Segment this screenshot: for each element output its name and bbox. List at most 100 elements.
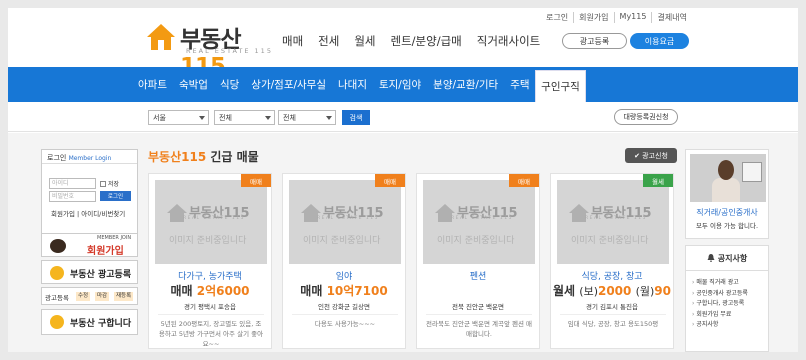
top-nav: 매매 전세 월세 렌트/분양/급매 직거래사이트 [282,33,555,49]
buy-request-banner[interactable]: 부동산 구합니다 [41,309,138,335]
notice-title: 공지사항 [717,253,748,263]
top-nav-item-monthly[interactable]: 월세 [354,33,375,49]
top-nav-item-rent[interactable]: 렌트/분양/급매 [391,33,462,49]
image-ready-text: 이미지 준비중입니다 [169,236,247,246]
notice-box: 공지사항 매물 직거래 광고 공인중개사 광고등록 구합니다, 광고등록 회원가… [685,245,769,352]
search-button[interactable]: 검색 [342,110,370,125]
category-presale[interactable]: 분양/교환/기타 [433,77,498,92]
remember-checkbox[interactable]: 저장 [100,179,119,188]
category-vacant-land[interactable]: 나대지 [338,77,367,92]
top-nav-item-jeonse[interactable]: 전세 [318,33,339,49]
notice-header: 공지사항 [686,246,768,271]
utility-links: 로그인 회원가입 My115 결제내역 [541,12,692,23]
deal-badge: 매매 [375,174,405,187]
listing-description: 5년된 200평토지, 장고별도 있음, 조용하고 5년방 가구먼서 아주 살기… [158,314,264,349]
listing-price: 월세 (보)2000 (월)90 [551,282,673,299]
notice-item[interactable]: 구합니다, 광고등록 [692,299,748,310]
notice-list: 매물 직거래 광고 공인중개사 광고등록 구합니다, 광고등록 회원가입 무료 … [692,278,748,331]
bulk-register-button[interactable]: 대량등록권신청 [614,109,678,125]
reregister-tag[interactable]: 재등록 [114,292,134,301]
member-join-banner[interactable]: MEMBER JOIN 회원가입 [41,233,138,257]
content-area: 로그인 Member Login 아이디 비밀번호 저장 로그인 회원가입 | … [8,133,798,352]
deal-badge: 매매 [241,174,271,187]
region-select[interactable]: 서울 [148,110,209,125]
section-title-rest: 긴급 매물 [210,150,259,164]
listing-location: 인천 강화군 길상면 [318,303,370,311]
top-nav-item-direct[interactable]: 직거래사이트 [477,33,540,49]
listing-image-placeholder: 부동산115 REAL ESTATE 115 이미지 준비중입니다 [423,180,535,264]
promo-image [690,154,766,202]
notice-item[interactable]: 공지사항 [692,320,748,331]
notice-item[interactable]: 회원가입 무료 [692,310,748,321]
promo-subtitle: 모두 이용 가능 합니다. [695,222,759,230]
chevron-down-icon [199,116,205,120]
price-prefix: 매매 [300,284,323,298]
person-body [712,178,740,202]
logo-tagline: REAL ESTATE 115 [186,47,273,55]
listing-price: 매매 10억7100 [283,282,405,299]
dong-select[interactable]: 전체 [278,110,336,125]
login-links[interactable]: 회원가입 | 아이디/비번찾기 [51,208,125,218]
listing-description: 임대 식당, 공장, 창고 용도150평 [560,314,666,329]
category-apartment[interactable]: 아파트 [138,77,167,92]
password-input[interactable]: 비밀번호 [49,191,96,202]
listing-card[interactable]: 부동산115 REAL ESTATE 115 이미지 준비중입니다 매매 펜션 … [416,173,540,349]
watermark-sub: REAL ESTATE 115 [183,216,245,221]
notice-item[interactable]: 공인중개사 광고등록 [692,289,748,300]
ad-request-button[interactable]: ✔ 광고신청 [625,148,677,163]
member-join-small: MEMBER JOIN [97,235,132,241]
payment-history-link[interactable]: 결제내역 [651,12,691,23]
category-store[interactable]: 상가/점포/사무실 [251,77,326,92]
watermark-sub: REAL ESTATE 115 [317,216,379,221]
fee-button[interactable]: 이용요금 [630,33,689,49]
listing-image-placeholder: 부동산115 REAL ESTATE 115 이미지 준비중입니다 [155,180,267,264]
direct-deal-promo[interactable]: 직거래/공인중개사 모두 이용 가능 합니다. [685,149,769,239]
login-button[interactable]: 로그인 [100,191,131,201]
deposit-label: (보) [579,285,598,298]
listing-card[interactable]: 부동산115 REAL ESTATE 115 이미지 준비중입니다 매매 다가구… [148,173,272,349]
image-ready-text: 이미지 준비중입니다 [571,236,649,246]
listing-type: 임야 [335,272,353,282]
checkbox-icon [100,180,106,187]
category-land[interactable]: 토지/임야 [379,77,421,92]
deal-badge: 매매 [509,174,539,187]
chevron-down-icon [265,116,271,120]
ad-register-banner-label: 부동산 광고등록 [70,270,132,280]
close-tag[interactable]: 마감 [95,292,110,301]
category-jobs-active[interactable]: 구인구직 [535,70,586,102]
category-house[interactable]: 주택 [510,77,529,92]
ad-register-button[interactable]: 광고등록 [562,33,627,49]
price-value: 10억7100 [326,284,388,298]
coffee-cup-icon [50,239,66,253]
site-logo[interactable]: 부동산115 REAL ESTATE 115 [146,20,274,80]
login-link[interactable]: 로그인 [541,12,573,23]
district-select[interactable]: 전체 [214,110,275,125]
ad-manage-label: 광고등록 [45,294,69,302]
price-value: 2000 [597,284,632,298]
notice-item[interactable]: 매물 직거래 광고 [692,278,748,289]
screenshot-frame: 부동산115 REAL ESTATE 115 매매 전세 월세 렌트/분양/급매… [0,0,806,360]
image-ready-text: 이미지 준비중입니다 [437,236,515,246]
listing-card[interactable]: 부동산115 REAL ESTATE 115 이미지 준비중입니다 매매 임야 … [282,173,406,349]
category-lodging[interactable]: 숙박업 [179,77,208,92]
price-value: 2억6000 [196,284,250,298]
id-input[interactable]: 아이디 [49,178,96,189]
region-select-value: 서울 [153,113,166,122]
bell-icon [707,254,715,262]
category-restaurant[interactable]: 식당 [220,77,239,92]
listing-card[interactable]: 부동산115 REAL ESTATE 115 이미지 준비중입니다 월세 식당,… [550,173,674,349]
ad-register-banner[interactable]: 부동산 광고등록 [41,260,138,284]
edit-tag[interactable]: 수정 [76,292,91,301]
my115-link[interactable]: My115 [613,12,652,23]
signup-link[interactable]: 회원가입 [573,12,613,23]
login-box-header: 로그인 Member Login [42,150,137,164]
price-monthly-value: 90 [654,284,671,298]
ad-request-label: 광고신청 [642,151,668,160]
hand-icon [50,315,64,329]
listing-type: 펜션 [469,272,487,282]
section-title-brand: 부동산115 [148,150,207,164]
person-head [718,160,734,180]
watermark-sub: REAL ESTATE 115 [585,216,647,221]
top-nav-item-sale[interactable]: 매매 [282,33,303,49]
category-nav: 아파트 숙박업 식당 상가/점포/사무실 나대지 토지/임야 분양/교환/기타 … [8,67,798,102]
